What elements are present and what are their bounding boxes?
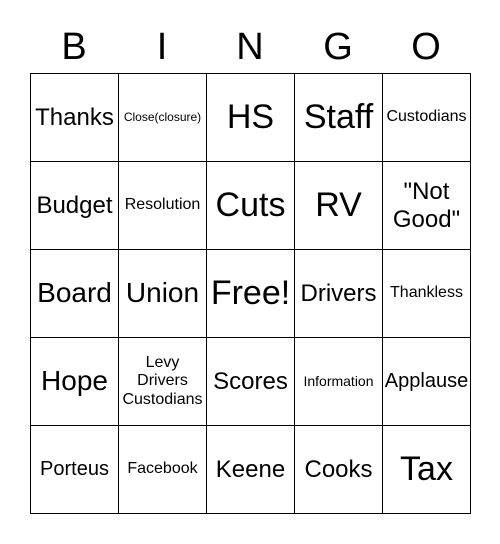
header-letter-n: N <box>236 26 264 68</box>
bingo-cell[interactable]: Cooks <box>295 426 383 514</box>
bingo-cell[interactable]: Keene <box>207 426 295 514</box>
header-letter-i: I <box>156 26 168 68</box>
bingo-cell[interactable]: Board <box>31 250 119 338</box>
bingo-cell[interactable]: Thankless <box>383 250 471 338</box>
bingo-cell[interactable]: Close(closure) <box>119 74 207 162</box>
bingo-cell[interactable]: Scores <box>207 338 295 426</box>
bingo-cell[interactable]: Thanks <box>31 74 119 162</box>
bingo-cell[interactable]: Levy Drivers Custodians <box>119 338 207 426</box>
bingo-cell[interactable]: Applause <box>383 338 471 426</box>
bingo-cell[interactable]: Custodians <box>383 74 471 162</box>
bingo-cell[interactable]: Free! <box>207 250 295 338</box>
bingo-cell[interactable]: Budget <box>31 162 119 250</box>
bingo-cell[interactable]: Cuts <box>207 162 295 250</box>
bingo-grid: Thanks Close(closure) HS Staff Custodian… <box>30 73 471 514</box>
header-letter-g: G <box>323 26 353 68</box>
bingo-cell[interactable]: Porteus <box>31 426 119 514</box>
bingo-cell[interactable]: Facebook <box>119 426 207 514</box>
header-letter-o: O <box>411 26 441 68</box>
bingo-cell[interactable]: Resolution <box>119 162 207 250</box>
bingo-cell[interactable]: Staff <box>295 74 383 162</box>
bingo-cell[interactable]: HS <box>207 74 295 162</box>
bingo-cell[interactable]: RV <box>295 162 383 250</box>
bingo-cell[interactable]: Union <box>119 250 207 338</box>
bingo-cell[interactable]: Drivers <box>295 250 383 338</box>
bingo-cell[interactable]: Hope <box>31 338 119 426</box>
bingo-header: B I N G O <box>30 22 470 72</box>
header-letter-b: B <box>61 26 87 68</box>
bingo-cell[interactable]: "Not Good" <box>383 162 471 250</box>
bingo-cell[interactable]: Information <box>295 338 383 426</box>
bingo-cell[interactable]: Tax <box>383 426 471 514</box>
